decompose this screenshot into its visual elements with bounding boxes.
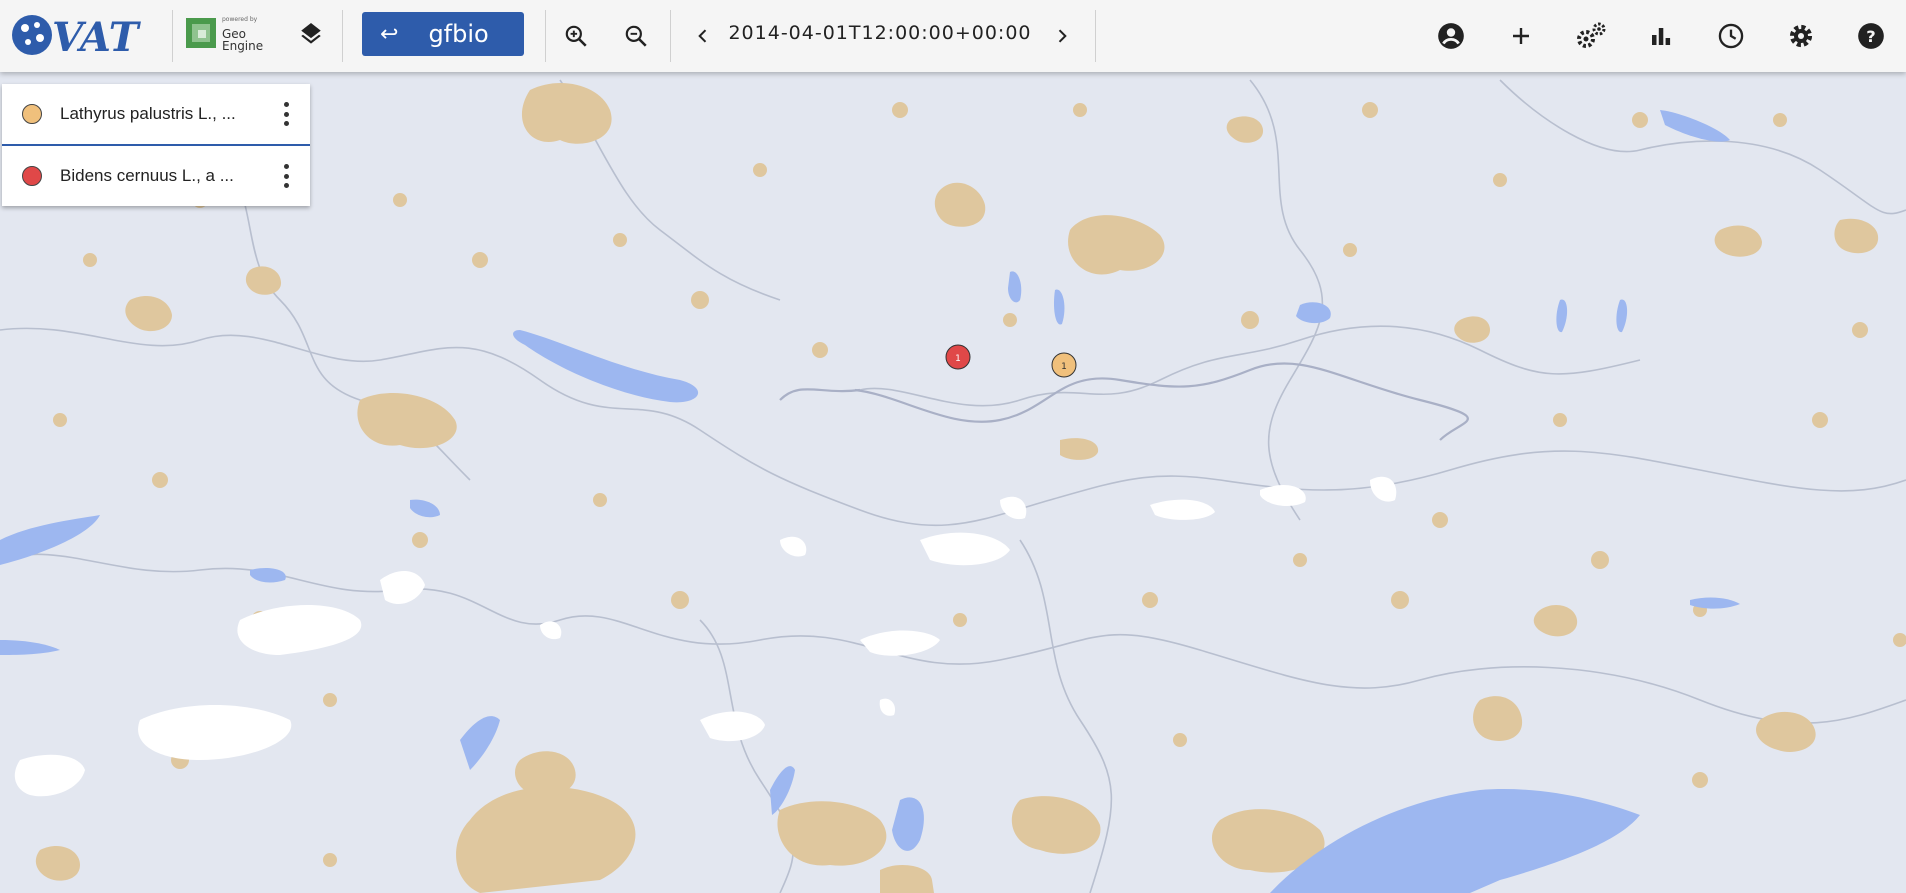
plus-icon (1513, 28, 1529, 44)
clock-icon (1718, 23, 1744, 49)
return-arrow-icon: ↩ (380, 21, 399, 47)
layer-menu-button[interactable] (282, 102, 290, 126)
layer-list: Lathyrus palustris L., ... Bidens cernuu… (2, 84, 310, 206)
help-button[interactable]: ? (1848, 12, 1894, 60)
gfbio-label: gfbio (428, 20, 489, 48)
layer-symbol (22, 104, 42, 124)
zoom-in-icon (565, 25, 587, 47)
svg-text:?: ? (1866, 27, 1875, 46)
geo-engine-icon (186, 18, 216, 48)
zoom-out-icon (625, 25, 647, 47)
layer-symbol (22, 166, 42, 186)
more-vert-icon (283, 102, 289, 107)
logo-text: VAT (52, 14, 142, 60)
account-icon (1438, 23, 1464, 49)
occurrence-marker-lathyrus[interactable]: 1 (1051, 352, 1077, 378)
layer-name: Bidens cernuus L., a ... (60, 166, 234, 185)
account-button[interactable] (1428, 12, 1474, 60)
time-config-button[interactable] (1708, 12, 1754, 60)
layer-item[interactable]: Bidens cernuus L., a ... (2, 144, 310, 206)
chevron-right-icon (1058, 29, 1067, 43)
more-vert-icon (283, 164, 289, 169)
vat-logo: VAT (12, 14, 142, 60)
marker-count-label: 1 (1061, 362, 1067, 372)
chevron-left-icon (698, 29, 707, 43)
zoom-in-button[interactable] (553, 12, 599, 60)
layer-menu-button[interactable] (282, 164, 290, 188)
layer-name: Lathyrus palustris L., ... (60, 104, 236, 123)
layers-button[interactable] (288, 12, 334, 60)
geo-engine-logo: powered by Geo Engine (182, 12, 268, 58)
operators-button[interactable] (1568, 12, 1614, 60)
gfbio-back-button[interactable]: ↩ gfbio (362, 12, 524, 56)
top-toolbar: VAT powered by Geo Engine ↩ gfbio 2014-0… (0, 0, 1906, 72)
settings-icon (1789, 24, 1813, 48)
occurrence-marker-bidens[interactable]: 1 (945, 344, 971, 370)
operators-icon (1577, 22, 1606, 48)
current-time[interactable]: 2014-04-01T12:00:00+00:00 (720, 22, 1040, 44)
help-icon: ? (1858, 23, 1884, 49)
zoom-out-button[interactable] (613, 12, 659, 60)
plots-button[interactable] (1638, 12, 1684, 60)
time-next-button[interactable] (1039, 12, 1085, 60)
add-data-button[interactable] (1498, 12, 1544, 60)
layer-item[interactable]: Lathyrus palustris L., ... (2, 84, 310, 144)
chart-icon (1652, 28, 1671, 45)
marker-count-label: 1 (955, 354, 961, 364)
layers-icon (301, 23, 321, 44)
geo-engine-name: Geo Engine (222, 27, 264, 53)
settings-button[interactable] (1778, 12, 1824, 60)
powered-by-label: powered by (222, 16, 258, 23)
